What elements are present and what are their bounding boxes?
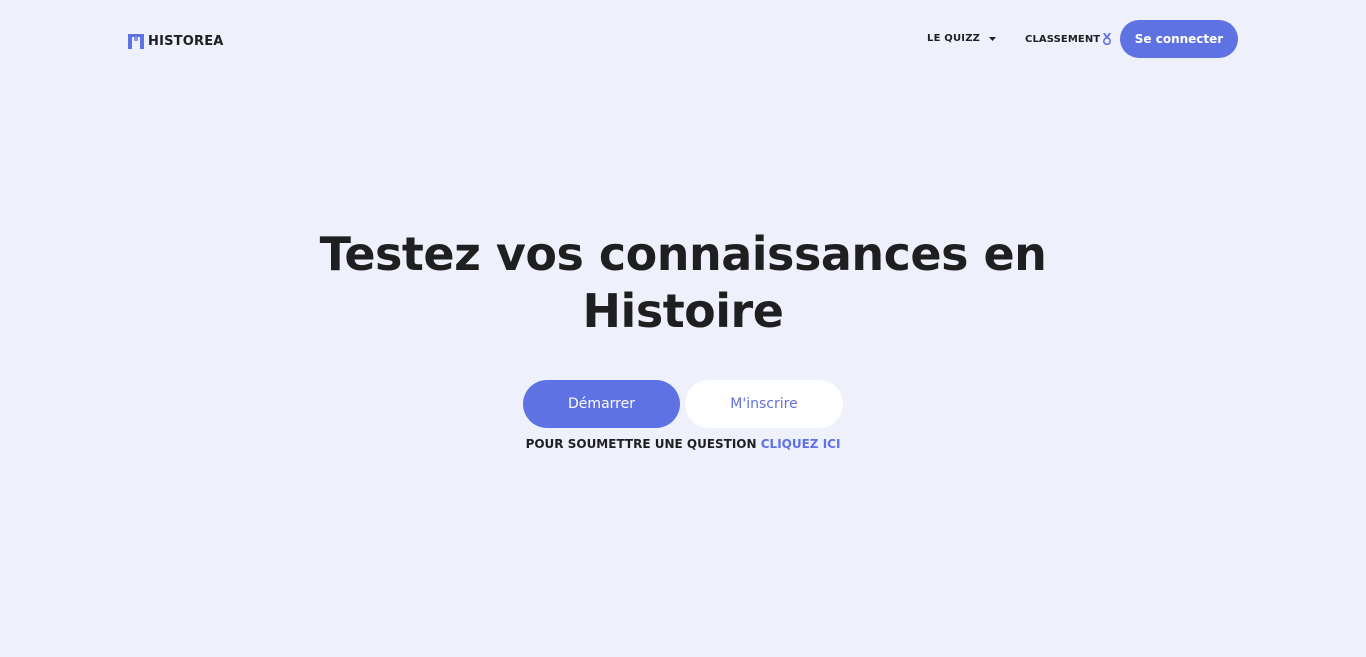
submit-question-line: POUR SOUMETTRE UNE QUESTION CLIQUEZ ICI	[283, 437, 1083, 451]
nav-le-quizz-dropdown[interactable]: LE QUIZZ	[927, 33, 997, 44]
brand-logo[interactable]: HISTOREA	[128, 30, 224, 52]
caret-down-icon	[989, 36, 997, 41]
signup-button[interactable]: M'inscrire	[685, 380, 843, 428]
header: HISTOREA LE QUIZZ CLASSEMENT Se connecte…	[0, 0, 1366, 80]
submit-question-text: POUR SOUMETTRE UNE QUESTION	[525, 437, 757, 451]
start-button[interactable]: Démarrer	[523, 380, 680, 428]
hero-title: Testez vos connaissances en Histoire	[283, 226, 1083, 340]
nav-classement-link[interactable]: CLASSEMENT	[1025, 33, 1112, 45]
medal-icon	[1103, 33, 1112, 45]
nav-le-quizz-label: LE QUIZZ	[927, 33, 981, 44]
nav-classement-label: CLASSEMENT	[1025, 33, 1101, 45]
hero-title-line2: Histoire	[582, 284, 784, 338]
temple-gate-icon	[128, 33, 144, 49]
submit-question-link[interactable]: CLIQUEZ ICI	[761, 437, 841, 451]
hero-title-line1: Testez vos connaissances en	[319, 227, 1047, 281]
brand-name: HISTOREA	[148, 33, 224, 49]
login-button[interactable]: Se connecter	[1120, 20, 1238, 58]
